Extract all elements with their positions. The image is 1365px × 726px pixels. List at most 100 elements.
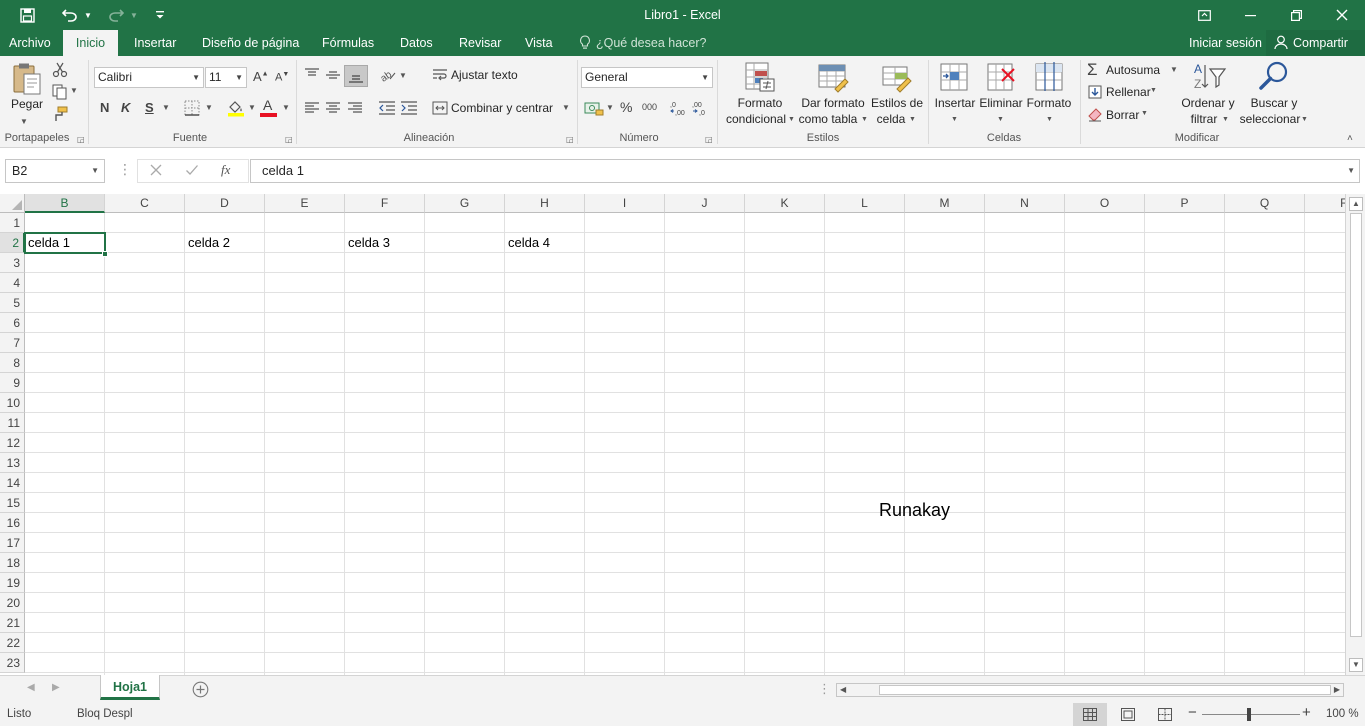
worksheet-grid[interactable]: BCDEFGHIJKLMNOPQR 1 2 3 4 5 6 7 8 9 10 11 12 13 14 15 1… — [0, 194, 1345, 675]
restore-button[interactable] — [1273, 0, 1319, 30]
merge-center-icon[interactable] — [432, 100, 448, 119]
tab-inicio[interactable]: Inicio — [63, 30, 118, 56]
eraser-icon[interactable] — [1088, 108, 1102, 125]
font-dialog-launcher-icon[interactable]: ◲ — [285, 135, 293, 144]
row-header-14[interactable]: 14 — [0, 473, 25, 493]
accounting-format-icon[interactable] — [584, 100, 604, 119]
borders-dropdown-icon[interactable]: ▼ — [205, 103, 213, 112]
bold-button[interactable]: N — [100, 100, 109, 115]
column-header-q[interactable]: Q — [1225, 194, 1305, 213]
enter-icon[interactable] — [185, 163, 199, 180]
cancel-icon[interactable] — [149, 163, 163, 180]
wrap-text-button[interactable]: Ajustar texto — [451, 65, 518, 85]
middle-align-icon[interactable] — [325, 67, 341, 86]
row-header-12[interactable]: 12 — [0, 433, 25, 453]
format-as-table-label[interactable]: Dar formato — [800, 96, 866, 111]
row-header-13[interactable]: 13 — [0, 453, 25, 473]
paste-icon[interactable] — [10, 62, 44, 98]
sort-filter-label[interactable]: Ordenar y — [1180, 96, 1236, 111]
ribbon-display-options-icon[interactable] — [1181, 0, 1227, 30]
column-header-j[interactable]: J — [665, 194, 745, 213]
cell-styles-dropdown-icon[interactable]: ▼ — [909, 116, 916, 123]
sort-filter-label-2[interactable]: filtrar — [1186, 112, 1222, 127]
autosum-dropdown-icon[interactable]: ▼ — [1170, 65, 1178, 74]
decrease-decimal-icon[interactable]: ,00,0 — [692, 100, 710, 119]
column-header-r[interactable]: R — [1305, 194, 1345, 213]
fill-button[interactable]: Rellenar — [1106, 82, 1151, 102]
page-break-view-icon[interactable] — [1158, 708, 1172, 724]
tab-diseno-de-pagina[interactable]: Diseño de página — [195, 30, 306, 56]
decrease-indent-icon[interactable] — [378, 100, 396, 119]
copy-icon[interactable] — [52, 84, 68, 103]
align-left-icon[interactable] — [304, 100, 320, 119]
align-right-icon[interactable] — [347, 100, 363, 119]
column-header-n[interactable]: N — [985, 194, 1065, 213]
cell-f2[interactable]: celda 3 — [345, 233, 425, 253]
tab-formulas[interactable]: Fórmulas — [315, 30, 381, 56]
font-color-dropdown-icon[interactable]: ▼ — [282, 103, 290, 112]
scroll-right-icon[interactable]: ▶ — [1334, 684, 1340, 696]
cell-styles-label[interactable]: Estilos de — [870, 96, 924, 111]
next-sheet-icon[interactable]: ▶ — [52, 682, 60, 693]
column-header-d[interactable]: D — [185, 194, 265, 213]
customize-quick-access-icon[interactable] — [153, 4, 167, 26]
align-center-icon[interactable] — [325, 100, 341, 119]
underline-button[interactable]: S — [145, 100, 154, 115]
tab-insertar[interactable]: Insertar — [127, 30, 183, 56]
zoom-slider-thumb[interactable] — [1247, 708, 1251, 721]
borders-icon[interactable] — [184, 100, 200, 119]
delete-cells-dropdown-icon[interactable]: ▼ — [997, 116, 1004, 123]
find-select-icon[interactable] — [1258, 60, 1290, 95]
comma-style-button[interactable]: 000 — [642, 102, 657, 112]
sheet-tab-hoja1[interactable]: Hoja1 — [100, 675, 160, 700]
row-header-6[interactable]: 6 — [0, 313, 25, 333]
row-header-21[interactable]: 21 — [0, 613, 25, 633]
format-as-table-dropdown-icon[interactable]: ▼ — [861, 116, 868, 123]
cell-b2[interactable]: celda 1 — [25, 233, 105, 253]
tab-revisar[interactable]: Revisar — [452, 30, 508, 56]
sign-in-link[interactable]: Iniciar sesión — [1182, 30, 1269, 56]
row-header-23[interactable]: 23 — [0, 653, 25, 673]
undo-dropdown-icon[interactable]: ▼ — [83, 4, 93, 26]
format-painter-icon[interactable] — [52, 106, 68, 125]
row-header-4[interactable]: 4 — [0, 273, 25, 293]
fill-color-icon[interactable] — [227, 99, 245, 120]
conditional-formatting-label[interactable]: Formato — [730, 96, 790, 111]
zoom-in-icon[interactable]: + — [1302, 704, 1311, 721]
italic-button[interactable]: K — [121, 100, 130, 115]
row-header-3[interactable]: 3 — [0, 253, 25, 273]
number-format-combo[interactable]: General ▼ — [581, 67, 713, 88]
orientation-icon[interactable]: ab — [379, 67, 397, 86]
merge-dropdown-icon[interactable]: ▼ — [562, 103, 570, 112]
cell-styles-icon[interactable] — [881, 61, 913, 96]
find-select-label-2[interactable]: seleccionar — [1238, 112, 1302, 127]
decrease-font-size-icon[interactable]: A▼ — [275, 71, 289, 84]
bottom-align-icon[interactable] — [344, 65, 368, 87]
conditional-formatting-icon[interactable] — [744, 61, 776, 96]
share-button[interactable]: Compartir — [1266, 30, 1365, 56]
fill-handle[interactable] — [102, 251, 108, 257]
insert-cells-icon[interactable] — [939, 61, 969, 96]
row-header-18[interactable]: 18 — [0, 553, 25, 573]
sort-filter-icon[interactable]: AZ — [1193, 60, 1227, 97]
orientation-dropdown-icon[interactable]: ▼ — [399, 71, 407, 80]
autosum-button[interactable]: Autosuma — [1106, 60, 1160, 80]
tab-split-handle-icon[interactable]: ⋮ — [818, 681, 831, 697]
find-select-label[interactable]: Buscar y — [1246, 96, 1302, 111]
collapse-ribbon-icon[interactable]: ˄ — [1347, 133, 1353, 144]
previous-sheet-icon[interactable]: ◀ — [27, 682, 35, 693]
merge-center-button[interactable]: Combinar y centrar — [451, 98, 553, 118]
font-size-combo[interactable]: 11 ▼ — [205, 67, 247, 88]
column-header-k[interactable]: K — [745, 194, 825, 213]
format-cells-dropdown-icon[interactable]: ▼ — [1046, 116, 1053, 123]
formula-input[interactable]: celda 1 ▼ — [250, 159, 1360, 183]
insert-function-icon[interactable]: fx — [221, 162, 230, 178]
scroll-down-icon[interactable]: ▼ — [1349, 658, 1363, 672]
clear-button[interactable]: Borrar — [1106, 105, 1139, 125]
alignment-dialog-launcher-icon[interactable]: ◲ — [566, 135, 574, 144]
accounting-dropdown-icon[interactable]: ▼ — [606, 103, 614, 112]
autosum-icon[interactable]: Σ — [1087, 60, 1098, 80]
scroll-up-icon[interactable]: ▲ — [1349, 197, 1363, 211]
insert-cells-label[interactable]: Insertar — [932, 96, 978, 111]
new-sheet-icon[interactable] — [192, 681, 209, 701]
